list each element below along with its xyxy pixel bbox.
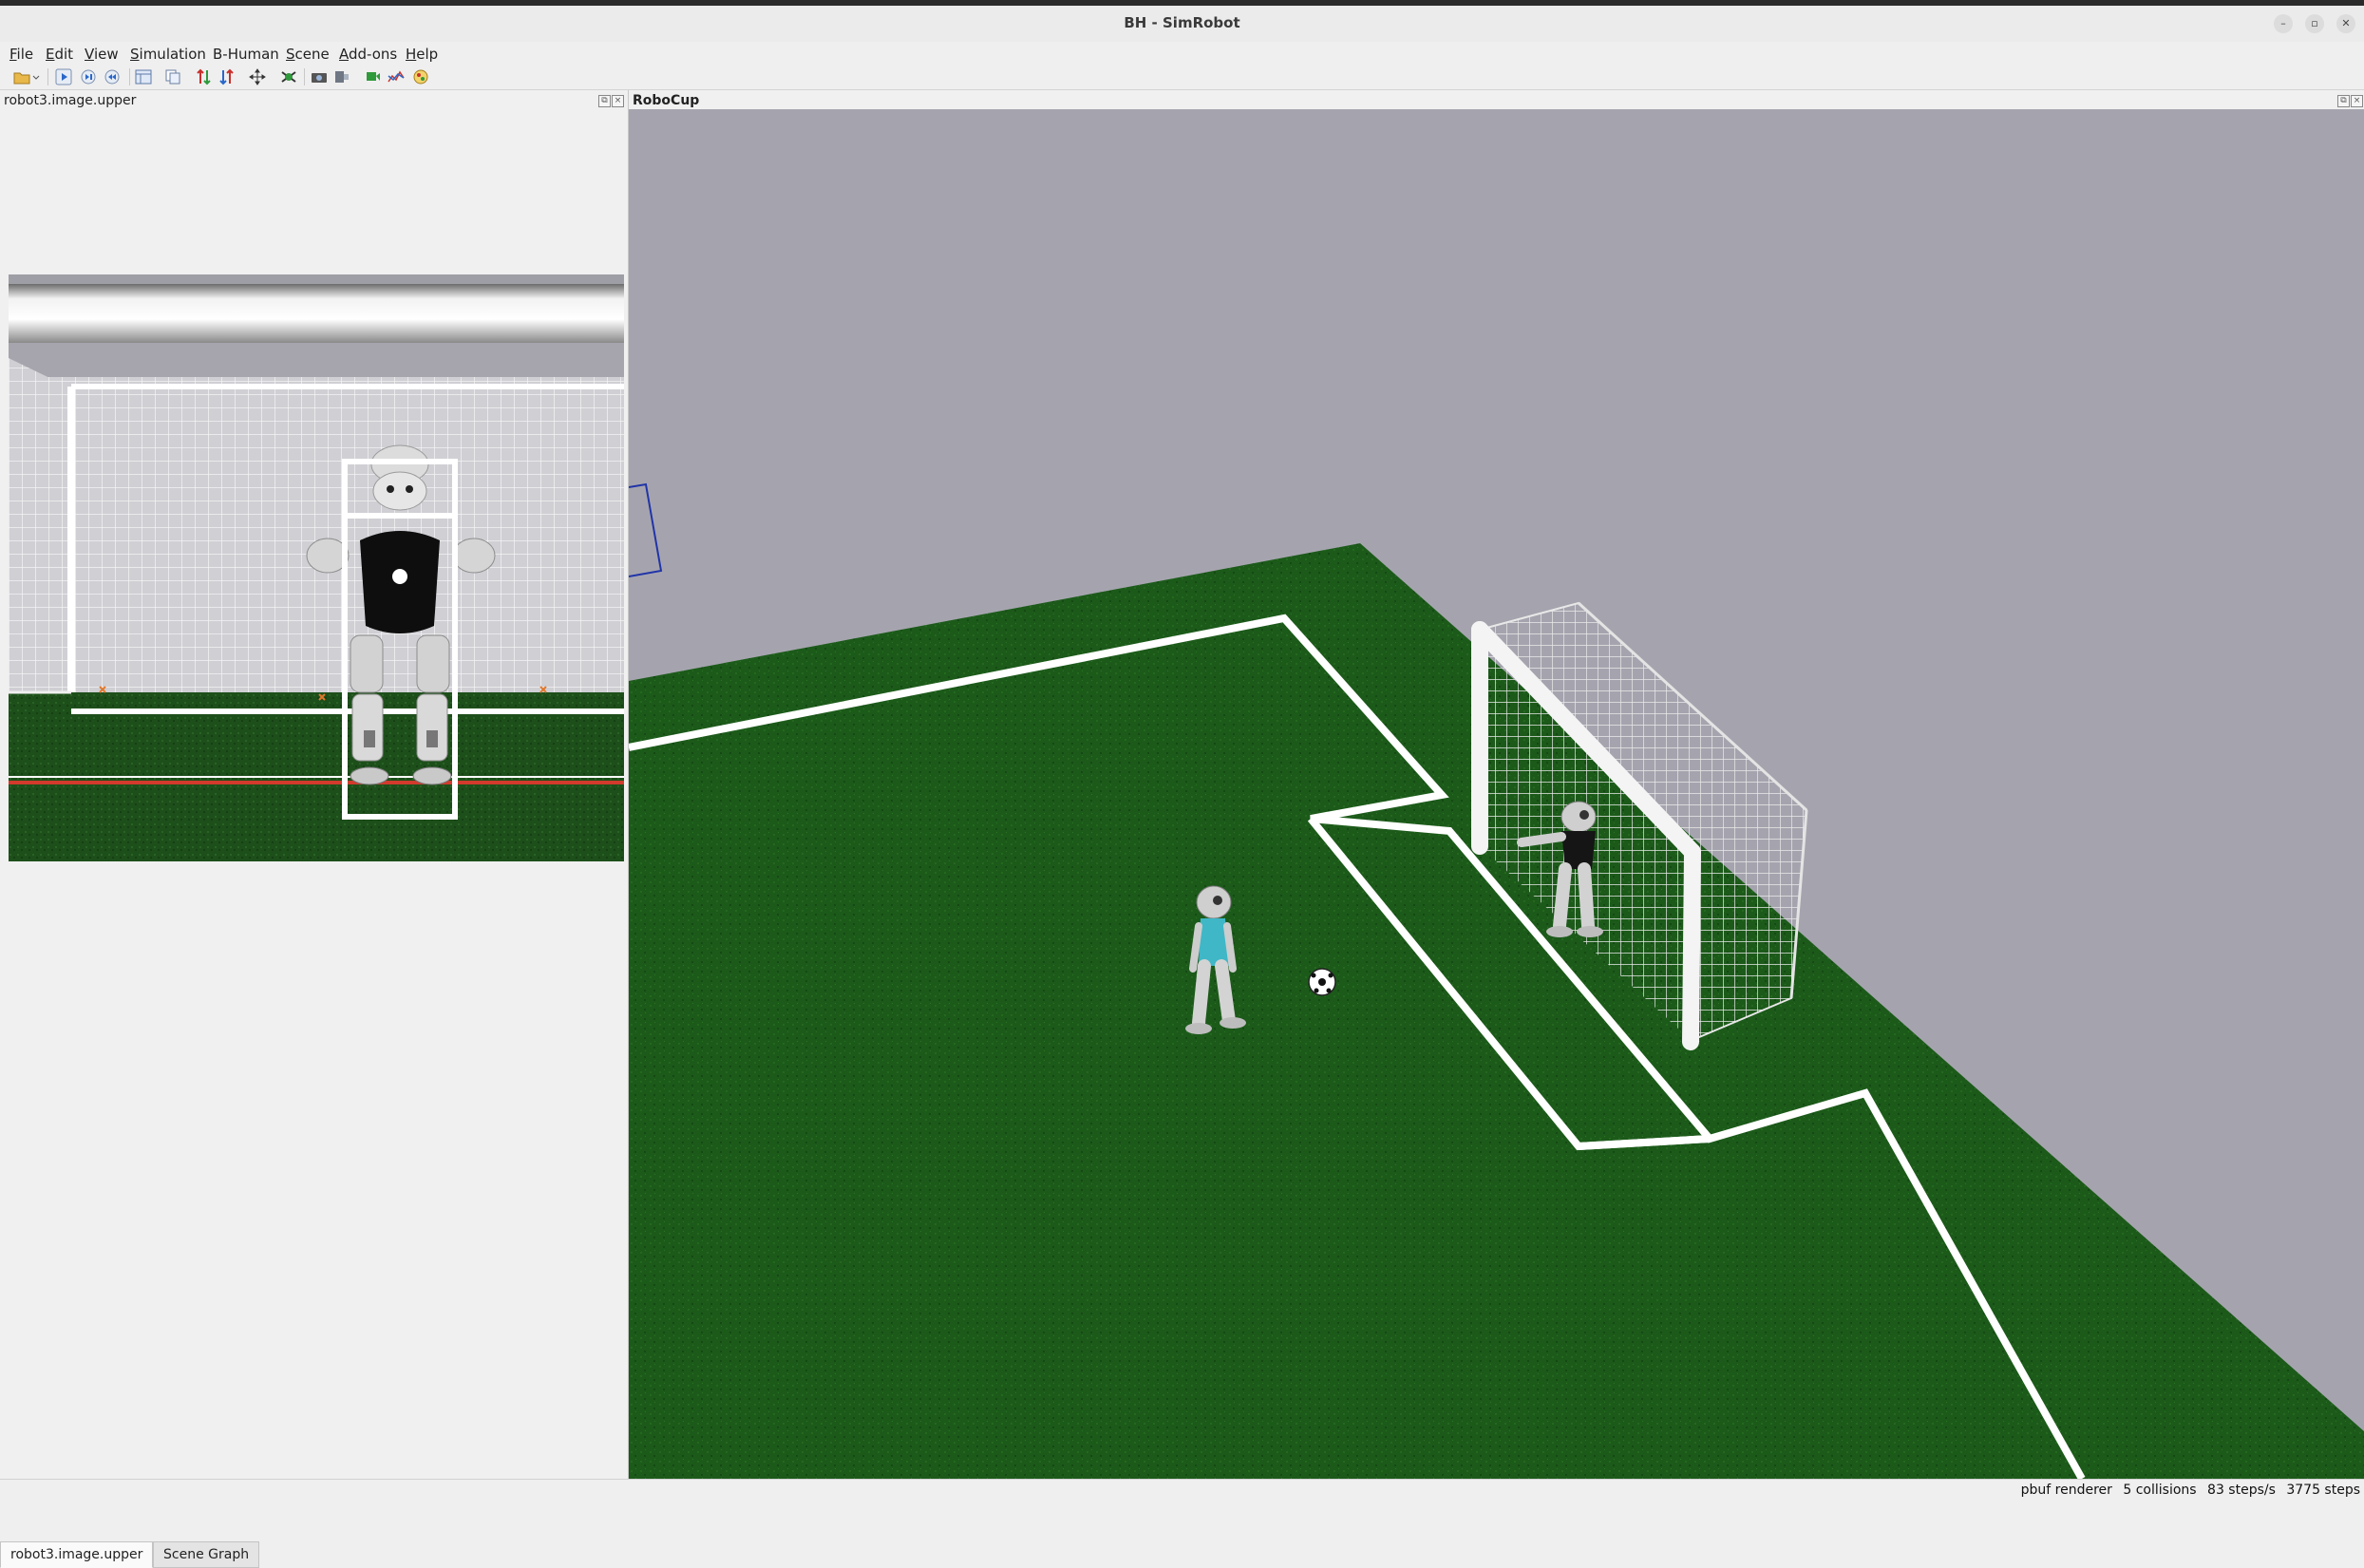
camera-icon[interactable] bbox=[311, 68, 328, 85]
status-renderer: pbuf renderer bbox=[2020, 1483, 2112, 1498]
dock-close-icon[interactable]: × bbox=[2351, 95, 2363, 107]
status-info: pbuf renderer 5 collisions 83 steps/s 37… bbox=[2014, 1483, 2360, 1498]
ball bbox=[1308, 968, 1336, 996]
menu-add-ons-mnemonic: A bbox=[339, 46, 349, 63]
robot-icon[interactable] bbox=[280, 68, 297, 85]
left-dock-tabs: robot3.image.upper Scene Graph bbox=[0, 1541, 628, 1568]
menu-file-label: ile bbox=[16, 46, 34, 63]
toolbar-separator bbox=[47, 68, 48, 85]
render-icon[interactable] bbox=[412, 68, 429, 85]
status-rate: 83 steps/s bbox=[2207, 1483, 2276, 1498]
menu-b-human-label: B-Human bbox=[213, 46, 279, 63]
drag-mode-alt-icon[interactable] bbox=[218, 68, 236, 85]
toolbar-separator bbox=[129, 68, 130, 85]
status-bar: pbuf renderer 5 collisions 83 steps/s 37… bbox=[0, 1479, 2364, 1501]
menu-simulation-mnemonic: S bbox=[130, 46, 140, 63]
scene-3d-view[interactable] bbox=[629, 109, 2364, 1479]
toolbar-separator bbox=[304, 68, 305, 85]
drag-mode-icon[interactable] bbox=[196, 68, 213, 85]
open-dropdown-icon[interactable] bbox=[31, 68, 41, 85]
menu-bar: File Edit View Simulation B-Human Scene … bbox=[0, 42, 2364, 65]
menu-view-label: iew bbox=[93, 46, 119, 63]
reset-icon[interactable] bbox=[104, 68, 121, 85]
tab-scene-graph[interactable]: Scene Graph bbox=[153, 1541, 260, 1568]
start-icon[interactable] bbox=[55, 68, 72, 85]
menu-file-mnemonic: F bbox=[9, 46, 17, 63]
right-dock: RoboCup ⧉ × bbox=[629, 90, 2364, 1479]
menu-view[interactable]: View bbox=[85, 46, 119, 63]
menu-add-ons[interactable]: Add-ons bbox=[339, 46, 397, 63]
menu-scene-mnemonic: S bbox=[286, 46, 295, 63]
menu-help-label: elp bbox=[416, 46, 439, 63]
menu-simulation[interactable]: Simulation bbox=[130, 46, 206, 63]
close-button[interactable]: ✕ bbox=[2336, 14, 2355, 33]
undock-icon[interactable]: ⧉ bbox=[2337, 95, 2350, 107]
menu-help-mnemonic: H bbox=[406, 46, 417, 63]
menu-help[interactable]: Help bbox=[406, 46, 438, 63]
status-steps: 3775 steps bbox=[2286, 1483, 2360, 1498]
title-bar: BH - SimRobot – ▫ ✕ bbox=[0, 6, 2364, 43]
restore-button[interactable]: ▫ bbox=[2305, 14, 2324, 33]
plot-icon[interactable] bbox=[388, 68, 405, 85]
tab-robot3-image-upper[interactable]: robot3.image.upper bbox=[0, 1541, 154, 1568]
menu-scene[interactable]: Scene bbox=[286, 46, 330, 63]
move-icon[interactable] bbox=[249, 68, 266, 85]
robot-camera-image[interactable] bbox=[9, 274, 624, 861]
dock-close-icon[interactable]: × bbox=[612, 95, 624, 107]
menu-b-human[interactable]: B-Human bbox=[213, 46, 279, 63]
menu-simulation-label: imulation bbox=[139, 46, 206, 63]
menu-edit-label: dit bbox=[54, 46, 74, 63]
left-dock: robot3.image.upper ⧉ × robot3.image.uppe… bbox=[0, 90, 629, 1568]
step-icon[interactable] bbox=[80, 68, 97, 85]
status-collisions: 5 collisions bbox=[2123, 1483, 2197, 1498]
menu-file[interactable]: File bbox=[9, 46, 33, 63]
toolbar bbox=[0, 65, 2364, 90]
undock-icon[interactable]: ⧉ bbox=[598, 95, 611, 107]
right-dock-title: RoboCup bbox=[633, 93, 700, 108]
copy-icon[interactable] bbox=[164, 68, 181, 85]
window-title: BH - SimRobot bbox=[1124, 14, 1240, 31]
menu-edit[interactable]: Edit bbox=[46, 46, 73, 63]
open-icon[interactable] bbox=[13, 68, 30, 85]
menu-scene-label: cene bbox=[294, 46, 330, 63]
sensor-icon[interactable] bbox=[333, 68, 350, 85]
layout-icon[interactable] bbox=[135, 68, 152, 85]
menu-add-ons-label: dd-ons bbox=[349, 46, 398, 63]
minimize-button[interactable]: – bbox=[2274, 14, 2293, 33]
graph-icon[interactable] bbox=[365, 68, 382, 85]
left-dock-title: robot3.image.upper bbox=[4, 93, 137, 108]
menu-view-mnemonic: V bbox=[85, 46, 94, 63]
